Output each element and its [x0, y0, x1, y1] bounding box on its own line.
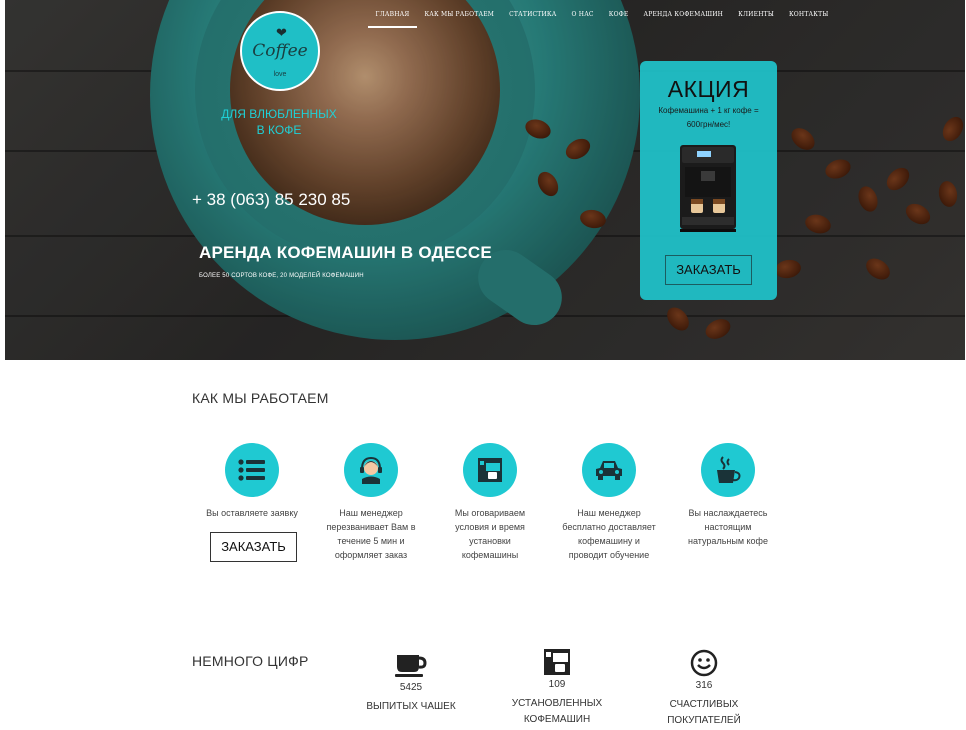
hero-title: АРЕНДА КОФЕМАШИН В ОДЕССЕ	[199, 243, 492, 262]
nav-item-contacts[interactable]: КОНТАКТЫ	[781, 0, 836, 28]
coffee-machine-icon	[502, 647, 612, 677]
hero-tagline: ДЛЯ ВЛЮБЛЕННЫХ В КОФЕ	[214, 106, 344, 138]
promo-title: АКЦИЯ	[667, 76, 750, 102]
heart-icon: ❤	[276, 25, 287, 40]
stat-item: 109 УСТАНОВЛЕННЫХ КОФЕМАШИН	[502, 647, 612, 728]
step-text: Вы оставляете заявку	[206, 508, 298, 518]
hero-subtitle: БОЛЕЕ 50 СОРТОВ КОФЕ, 20 МОДЕЛЕЙ КОФЕМАШ…	[199, 273, 364, 279]
promo-card: АКЦИЯ Кофемашина + 1 кг кофе = 600грн/ме…	[640, 61, 777, 300]
list-icon	[225, 443, 279, 497]
how-section-title: КАК МЫ РАБОТАЕМ	[192, 390, 329, 406]
nav-item-coffee[interactable]: КОФЕ	[601, 0, 636, 28]
hot-cup-icon	[701, 443, 755, 497]
step-text: Наш менеджер перезванивает Вам в течение…	[326, 508, 416, 560]
nav-item-how-we-work[interactable]: КАК МЫ РАБОТАЕМ	[417, 0, 502, 28]
step-item: Вы наслаждаетесь настоящим натуральным к…	[680, 443, 776, 548]
stat-item: 5425 ВЫПИТЫХ ЧАШЕК	[356, 650, 466, 715]
stats-section-title: НЕМНОГО ЦИФР	[192, 653, 309, 669]
hero-banner	[5, 0, 965, 360]
order-button[interactable]: ЗАКАЗАТЬ	[210, 532, 297, 562]
stat-value: 109	[548, 679, 566, 690]
nav-item-clients[interactable]: КЛИЕНТЫ	[731, 0, 782, 28]
logo-word: Coffee	[252, 41, 308, 61]
step-item: Наш менеджер бесплатно доставляет кофема…	[561, 443, 657, 562]
stat-item: 316 СЧАСТЛИВЫХ ПОКУПАТЕЛЕЙ	[649, 648, 759, 729]
step-text: Наш менеджер бесплатно доставляет кофема…	[562, 508, 656, 560]
coffee-cup-icon	[356, 650, 466, 680]
tagline-line-2: В КОФЕ	[256, 123, 302, 137]
nav-item-rental[interactable]: АРЕНДА КОФЕМАШИН	[636, 0, 731, 28]
operator-headset-icon	[344, 443, 398, 497]
main-nav: ГЛАВНАЯ КАК МЫ РАБОТАЕМ СТАТИСТИКА О НАС…	[368, 0, 836, 28]
stat-value: 5425	[399, 682, 423, 693]
step-text: Вы наслаждаетесь настоящим натуральным к…	[688, 508, 768, 546]
stat-value: 316	[695, 680, 713, 691]
hero-overlay	[5, 0, 965, 360]
nav-item-about[interactable]: О НАС	[564, 0, 601, 28]
step-item: Наш менеджер перезванивает Вам в течение…	[323, 443, 419, 562]
car-icon	[582, 443, 636, 497]
nav-item-statistics[interactable]: СТАТИСТИКА	[502, 0, 564, 28]
promo-text: Кофемашина + 1 кг кофе = 600грн/мес!	[658, 106, 759, 129]
stat-label: УСТАНОВЛЕННЫХ КОФЕМАШИН	[511, 698, 603, 725]
step-text: Мы оговариваем условия и время установки…	[454, 508, 526, 560]
coffee-love-logo[interactable]: ❤ Coffee love	[240, 11, 320, 91]
stat-label: ВЫПИТЫХ ЧАШЕК	[366, 701, 456, 712]
coffee-machine-icon	[463, 443, 517, 497]
promo-order-button[interactable]: ЗАКАЗАТЬ	[665, 255, 752, 285]
tagline-line-1: ДЛЯ ВЛЮБЛЕННЫХ	[221, 107, 337, 121]
logo-sub: love	[273, 71, 287, 78]
step-item: Вы оставляете заявку	[204, 443, 300, 520]
smiley-icon	[649, 648, 759, 678]
step-item: Мы оговариваем условия и время установки…	[442, 443, 538, 562]
phone-number[interactable]: + 38 (063) 85 230 85	[192, 190, 350, 210]
stat-label: СЧАСТЛИВЫХ ПОКУПАТЕЛЕЙ	[667, 699, 741, 726]
coffee-machine-image	[680, 145, 736, 232]
nav-item-home[interactable]: ГЛАВНАЯ	[368, 0, 417, 28]
